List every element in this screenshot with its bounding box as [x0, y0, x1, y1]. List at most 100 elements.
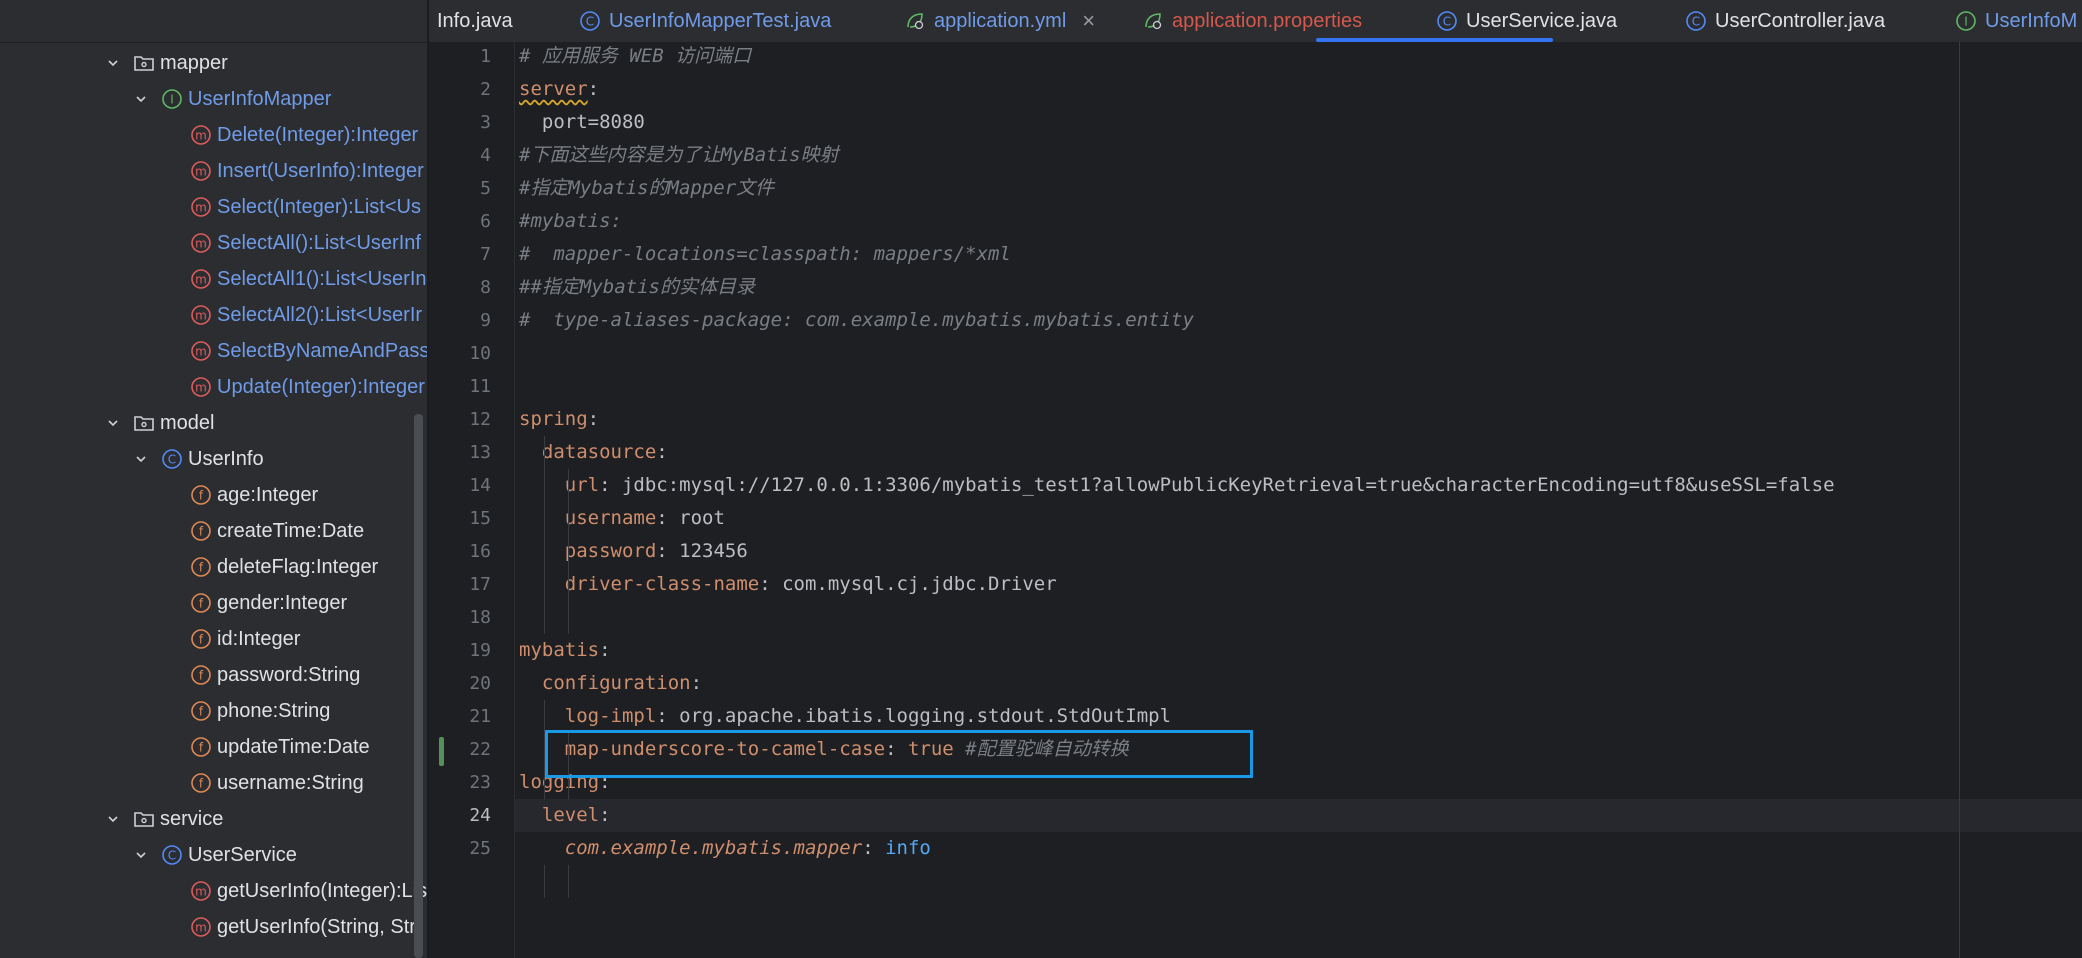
tree-item-field[interactable]: f phone:String — [0, 693, 427, 729]
code-line[interactable]: # type-aliases-package: com.example.myba… — [519, 304, 1194, 337]
tab-label: UserController.java — [1715, 9, 1886, 32]
code-token: #指定Mybatis的Mapper文件 — [519, 177, 775, 199]
code-line[interactable]: datasource: — [519, 436, 668, 469]
code-line[interactable]: configuration: — [519, 667, 702, 700]
tree-item-folder[interactable]: model — [0, 405, 427, 441]
tree-item-field[interactable]: f password:String — [0, 657, 427, 693]
code-token: : root — [656, 507, 725, 529]
code-line[interactable]: #指定Mybatis的Mapper文件 — [519, 172, 774, 205]
editor-tab[interactable]: application.yml × — [904, 0, 1095, 42]
close-tab-icon[interactable]: × — [1082, 8, 1095, 34]
editor-tab[interactable]: C UserInfoMapperTest.java — [579, 0, 831, 42]
tree-item-folder[interactable]: service — [0, 801, 427, 837]
code-token: : — [587, 408, 600, 430]
chevron-down-icon[interactable] — [134, 848, 148, 862]
code-token: : org.apache.ibatis.logging.stdout.StdOu… — [656, 705, 1172, 727]
svg-text:f: f — [199, 705, 204, 719]
code-line[interactable]: username: root — [519, 502, 725, 535]
project-tree-scrollbar[interactable] — [414, 414, 423, 958]
tree-item-method[interactable]: m SelectByNameAndPass — [0, 333, 427, 369]
line-number-gutter: 1 2 3 4 5 6 7 8 9 10 11 12 13 14 15 16 17 18 19 20 21 22 23 24 2… — [429, 42, 515, 958]
editor-tab[interactable]: C UserController.java — [1685, 0, 1885, 42]
field-icon: f — [190, 592, 212, 614]
line-number: 2 — [480, 79, 491, 100]
field-icon: f — [190, 628, 212, 650]
code-token: : — [587, 78, 600, 100]
interface-icon: I — [1955, 10, 1977, 32]
editor-tab[interactable]: C UserService.java — [1436, 0, 1617, 42]
tab-label: application.yml — [934, 9, 1067, 32]
tree-item-label: mapper — [160, 51, 228, 74]
tree-item-method[interactable]: m Insert(UserInfo):Integer — [0, 153, 427, 189]
code-line[interactable]: driver-class-name: com.mysql.cj.jdbc.Dri… — [519, 568, 1057, 601]
code-line[interactable]: port=8080 — [519, 106, 645, 139]
code-line[interactable]: com.example.mybatis.mapper: info — [519, 832, 931, 865]
line-number: 1 — [480, 46, 491, 67]
code-token: mybatis — [519, 639, 600, 661]
tree-item-method[interactable]: m getUserInfo(String, Stri — [0, 909, 427, 945]
line-number: 10 — [469, 343, 491, 364]
code-line[interactable]: # 应用服务 WEB 访问端口 — [519, 42, 751, 73]
code-line[interactable]: log-impl: org.apache.ibatis.logging.stdo… — [519, 700, 1171, 733]
code-token: com.example.mybatis.mapper — [564, 837, 863, 859]
tree-item-field[interactable]: f id:Integer — [0, 621, 427, 657]
code-token: log-impl — [564, 705, 657, 727]
chevron-down-icon[interactable] — [134, 92, 148, 106]
class-icon: C — [1436, 10, 1458, 32]
tree-item-field[interactable]: f deleteFlag:Integer — [0, 549, 427, 585]
tree-item-method[interactable]: m Select(Integer):List<Us — [0, 189, 427, 225]
line-number: 25 — [469, 838, 491, 859]
code-line[interactable]: #mybatis: — [519, 205, 622, 238]
editor-tab[interactable]: Info.java — [437, 0, 513, 42]
code-line[interactable]: level: — [519, 799, 611, 832]
chevron-down-icon[interactable] — [106, 416, 120, 430]
code-editor[interactable]: 1 2 3 4 5 6 7 8 9 10 11 12 13 14 15 16 17 18 19 20 21 22 23 24 2… — [429, 42, 2082, 958]
tree-item-method[interactable]: m Delete(Integer):Integer — [0, 117, 427, 153]
editor-tab[interactable]: application.properties — [1142, 0, 1362, 42]
editor-tab[interactable]: I UserInfoM — [1955, 0, 2077, 42]
tree-item-label: model — [160, 411, 215, 434]
tree-item-class[interactable]: C UserInfo — [0, 441, 427, 477]
chevron-down-icon[interactable] — [106, 56, 120, 70]
line-number: 12 — [469, 409, 491, 430]
line-number: 24 — [469, 805, 491, 826]
code-line[interactable]: # mapper-locations=classpath: mappers/*x… — [519, 238, 1011, 271]
code-line[interactable]: ##指定Mybatis的实体目录 — [519, 271, 755, 304]
tree-item-field[interactable]: f username:String — [0, 765, 427, 801]
tree-item-interface[interactable]: I UserInfoMapper — [0, 81, 427, 117]
tree-item-method[interactable]: m SelectAll():List<UserInf — [0, 225, 427, 261]
tree-item-label: gender:Integer — [217, 591, 348, 614]
code-line[interactable]: spring: — [519, 403, 599, 436]
tree-item-method[interactable]: m Update(Integer):Integer — [0, 369, 427, 405]
tree-item-label: Insert(UserInfo):Integer — [217, 159, 424, 182]
tree-item-label: SelectAll2():List<UserIr — [217, 303, 423, 326]
code-line[interactable]: server: — [519, 73, 599, 106]
tree-item-field[interactable]: f updateTime:Date — [0, 729, 427, 765]
tree-item-folder[interactable]: mapper — [0, 45, 427, 81]
code-line[interactable]: mybatis: — [519, 634, 611, 667]
tree-item-label: phone:String — [217, 699, 331, 722]
tree-item-method[interactable]: m SelectAll1():List<UserIn — [0, 261, 427, 297]
code-line[interactable]: #下面这些内容是为了让MyBatis映射 — [519, 139, 839, 172]
code-token: password — [564, 540, 657, 562]
chevron-down-icon[interactable] — [134, 452, 148, 466]
vcs-change-marker[interactable] — [439, 737, 444, 766]
field-icon: f — [190, 700, 212, 722]
tree-item-method[interactable]: m getUserInfo(Integer):Lis — [0, 873, 427, 909]
tree-item-method[interactable]: m SelectAll2():List<UserIr — [0, 297, 427, 333]
code-line[interactable]: url: jdbc:mysql://127.0.0.1:3306/mybatis… — [519, 469, 1835, 502]
code-token: : 123456 — [656, 540, 748, 562]
tree-item-class[interactable]: C UserService — [0, 837, 427, 873]
tab-label: UserService.java — [1466, 9, 1618, 32]
tree-item-field[interactable]: f age:Integer — [0, 477, 427, 513]
code-line[interactable]: password: 123456 — [519, 535, 748, 568]
tree-item-field[interactable]: f gender:Integer — [0, 585, 427, 621]
method-icon: m — [190, 340, 212, 362]
code-token: # mapper-locations=classpath: mappers/*x… — [519, 243, 1011, 265]
chevron-down-icon[interactable] — [106, 812, 120, 826]
tree-item-field[interactable]: f createTime:Date — [0, 513, 427, 549]
method-icon: m — [190, 196, 212, 218]
svg-text:m: m — [195, 345, 207, 359]
